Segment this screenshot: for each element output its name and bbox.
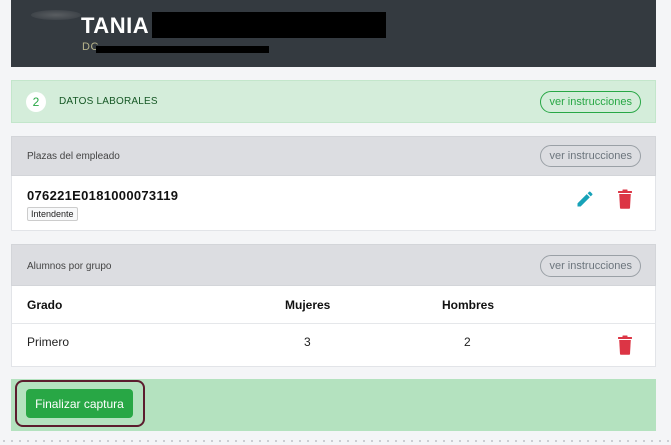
ver-instrucciones-button[interactable]: ver instrucciones: [540, 145, 641, 167]
cell-mujeres: 3: [304, 335, 311, 349]
alumnos-section-header: Alumnos por grupo ver instrucciones: [11, 244, 656, 286]
cell-grado: Primero: [27, 335, 70, 349]
plaza-item: 076221E0181000073119 Intendente: [11, 176, 656, 231]
cell-hombres: 2: [464, 335, 471, 349]
column-header-hombres: Hombres: [442, 298, 495, 312]
employee-name: TANIA: [81, 13, 150, 38]
pencil-icon[interactable]: [575, 189, 595, 209]
step-label: DATOS LABORALES: [59, 96, 158, 107]
redaction-bar: [152, 12, 386, 38]
section-title: Alumnos por grupo: [27, 261, 112, 272]
section-title: Plazas del empleado: [27, 151, 120, 162]
column-header-mujeres: Mujeres: [285, 298, 331, 312]
finalizar-captura-button[interactable]: Finalizar captura: [26, 389, 133, 418]
column-header-grado: Grado: [27, 298, 63, 312]
alumnos-table: Grado Mujeres Hombres Primero 3 2: [11, 286, 656, 367]
trash-icon[interactable]: [617, 335, 633, 355]
ver-instrucciones-button[interactable]: ver instrucciones: [540, 255, 641, 277]
plaza-code: 076221E0181000073119: [27, 188, 179, 203]
trash-icon[interactable]: [617, 189, 633, 209]
redaction-bar: [96, 46, 269, 53]
row-divider: [12, 323, 655, 324]
step-bar: 2 DATOS LABORALES ver instrucciones: [11, 80, 656, 123]
step-number-badge: 2: [26, 92, 46, 112]
plaza-role-badge: Intendente: [27, 207, 78, 221]
avatar: [31, 10, 81, 20]
ver-instrucciones-button[interactable]: ver instrucciones: [540, 91, 641, 113]
footer-bar: Finalizar captura: [11, 379, 656, 431]
employee-header: TANIA DC: [11, 0, 656, 67]
plazas-section-header: Plazas del empleado ver instrucciones: [11, 136, 656, 176]
page-bottom-edge: [0, 439, 671, 443]
